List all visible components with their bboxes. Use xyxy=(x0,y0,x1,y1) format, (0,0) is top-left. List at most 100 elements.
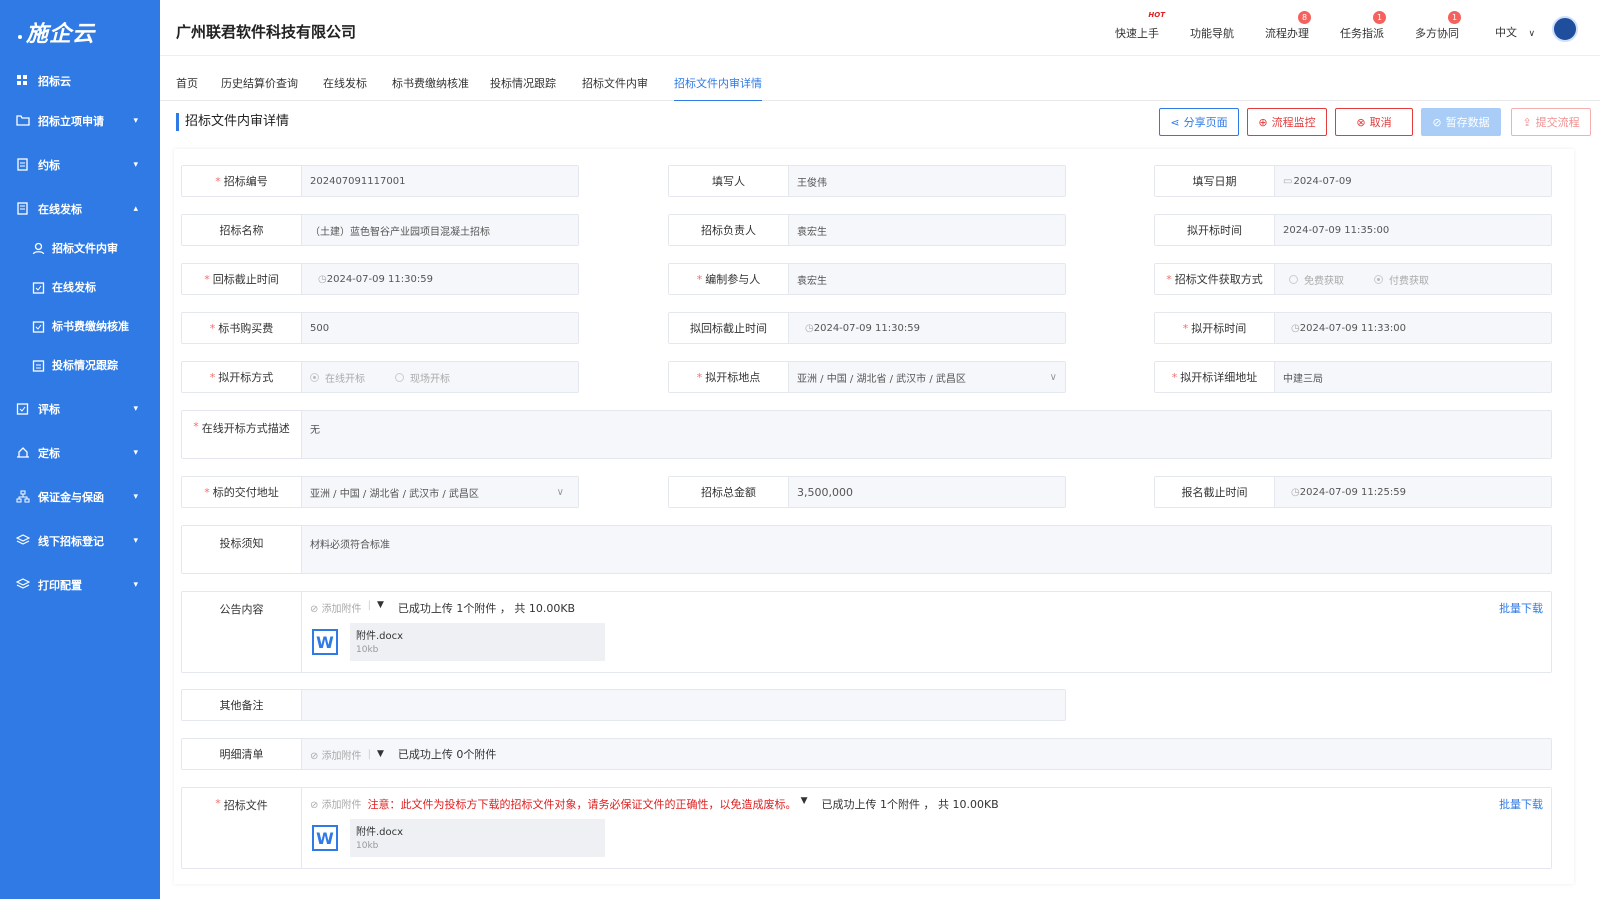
tab-online-bid[interactable]: 在线发标 xyxy=(323,75,367,91)
collab-button[interactable]: 多方协同 1 xyxy=(1415,11,1461,41)
share-label: 分享页面 xyxy=(1183,116,1228,129)
field-label: 招标负责人 xyxy=(669,215,789,245)
plan-open-time-2-input[interactable]: ◷ 2024-07-09 11:33:00 xyxy=(1275,313,1551,343)
batch-download-link[interactable]: 批量下载 xyxy=(1499,796,1543,812)
sidebar-subitem-fee-approval[interactable]: 标书费缴纳核准 xyxy=(0,311,160,341)
task-assign-button[interactable]: 任务指派 1 xyxy=(1340,11,1386,41)
field-bid-file: * 招标文件 ⊘ 添加附件 注意：此文件为投标方下载的招标文件对象，请务必保证文件… xyxy=(181,787,1552,869)
field-label: 拟回标截止时间 xyxy=(669,313,789,343)
notice-textarea[interactable]: 材料必须符合标准 xyxy=(302,526,1551,573)
field-bid-no: * 招标编号 202407091117001 xyxy=(181,165,579,197)
attachment-dropdown-toggle[interactable]: ▼ xyxy=(377,600,384,610)
language-select[interactable]: 中文 ∨ xyxy=(1495,24,1535,40)
tab-home[interactable]: 首页 xyxy=(176,75,198,91)
warning-text: 注意：此文件为投标方下载的招标文件对象，请务必保证文件的正确性，以免造成废标。 xyxy=(367,798,797,811)
remark-input[interactable] xyxy=(302,690,1065,720)
logo: 施企云 xyxy=(0,0,160,64)
attachment-file-card[interactable]: W 附件.docx 10kb xyxy=(312,819,612,857)
tab-file-review-detail[interactable]: 招标文件内审详情 xyxy=(674,75,762,102)
clock-icon: ◷ xyxy=(1291,486,1300,498)
document-icon xyxy=(16,158,30,172)
bid-no-input[interactable]: 202407091117001 xyxy=(302,166,578,196)
link-icon: ⊘ xyxy=(310,604,322,615)
field-label: 填写日期 xyxy=(1155,166,1275,196)
sidebar-subitem-file-review[interactable]: 招标文件内审 xyxy=(0,233,160,263)
org-icon xyxy=(16,490,30,504)
field-label: * 招标文件 xyxy=(182,788,302,868)
add-attachment-button[interactable]: ⊘ 添加附件 xyxy=(310,600,362,615)
chevron-down-icon: ▾ xyxy=(133,160,138,170)
batch-download-link[interactable]: 批量下载 xyxy=(1499,600,1543,616)
sidebar-item-label: 在线发标 xyxy=(38,203,82,216)
attachment-dropdown-toggle[interactable]: ▼ xyxy=(377,749,384,759)
sidebar-item-project-apply[interactable]: 招标立项申请 ▾ xyxy=(0,106,160,136)
write-date-input[interactable]: ▭ 2024-07-09 xyxy=(1275,166,1551,196)
tab-fee-approval[interactable]: 标书费缴纳核准 xyxy=(392,75,469,91)
sidebar-item-online-bid[interactable]: 在线发标 ▴ xyxy=(0,194,160,224)
tab-file-review[interactable]: 招标文件内审 xyxy=(582,75,648,91)
delivery-select[interactable]: 亚洲 / 中国 / 湖北省 / 武汉市 / 武昌区 ∨ xyxy=(302,477,578,507)
attachment-dropdown-toggle[interactable]: ▼ xyxy=(801,796,808,806)
sidebar-item-evaluate[interactable]: 评标 ▾ xyxy=(0,394,160,424)
save-draft-button[interactable]: ⊘ 暂存数据 xyxy=(1421,108,1501,136)
total-input[interactable]: 3,500,000 xyxy=(789,477,1065,507)
field-plan-open-time: 拟开标时间 2024-07-09 11:35:00 xyxy=(1154,214,1552,246)
bid-name-input[interactable]: （土建）蓝色智谷产业园项目混凝土招标 xyxy=(302,215,578,245)
writer-input[interactable]: 王俊伟 xyxy=(789,166,1065,196)
file-name: 附件.docx xyxy=(356,827,404,838)
sidebar-item-yuebiao[interactable]: 约标 ▾ xyxy=(0,150,160,180)
sidebar-item-zhaobiaoyun[interactable]: 招标云 xyxy=(0,66,160,96)
layers-icon xyxy=(15,534,31,548)
chevron-down-icon: ▾ xyxy=(133,492,138,502)
flow-handle-button[interactable]: 流程办理 8 xyxy=(1265,11,1311,41)
sidebar-item-deposit[interactable]: 保证金与保函 ▾ xyxy=(0,482,160,512)
sidebar-item-award[interactable]: 定标 ▾ xyxy=(0,438,160,468)
collab-count-badge: 1 xyxy=(1448,11,1461,24)
word-file-icon: W xyxy=(312,629,338,655)
grid-icon xyxy=(16,74,30,88)
checklist-icon xyxy=(16,402,30,416)
field-online-desc: * 在线开标方式描述 无 xyxy=(181,410,1552,459)
open-place-select[interactable]: 亚洲 / 中国 / 湖北省 / 武汉市 / 武昌区 ∨ xyxy=(789,362,1065,392)
plan-return-deadline-input[interactable]: ◷ 2024-07-09 11:30:59 xyxy=(789,313,1065,343)
tab-history-price[interactable]: 历史结算价查询 xyxy=(221,75,298,91)
field-label: * 招标编号 xyxy=(182,166,302,196)
avatar[interactable] xyxy=(1552,16,1578,42)
open-address-input[interactable]: 中建三局 xyxy=(1275,362,1551,392)
attachment-file-card[interactable]: W 附件.docx 10kb xyxy=(312,623,612,661)
radio-online[interactable] xyxy=(310,372,319,382)
chevron-down-icon: ∨ xyxy=(556,486,564,498)
radio-onsite[interactable] xyxy=(395,372,404,382)
sidebar-item-label: 标书费缴纳核准 xyxy=(52,320,129,333)
link-icon: ⊘ xyxy=(310,800,322,811)
return-deadline-input[interactable]: ◷ 2024-07-09 11:30:59 xyxy=(302,264,578,294)
chevron-up-icon: ▴ xyxy=(133,204,138,214)
add-attachment-button[interactable]: ⊘ 添加附件 xyxy=(310,747,362,762)
field-bid-name: 招标名称 （土建）蓝色智谷产业园项目混凝土招标 xyxy=(181,214,579,246)
bid-owner-input[interactable]: 袁宏生 xyxy=(789,215,1065,245)
sidebar-subitem-online-bid[interactable]: 在线发标 xyxy=(0,272,160,302)
add-attachment-button[interactable]: ⊘ 添加附件 xyxy=(310,796,362,811)
radio-free[interactable] xyxy=(1289,274,1298,284)
field-fee: * 标书购买费 500 xyxy=(181,312,579,344)
online-desc-textarea[interactable]: 无 xyxy=(302,411,1551,458)
fee-input[interactable]: 500 xyxy=(302,313,578,343)
open-method-radio-group: 在线开标 现场开标 xyxy=(302,362,578,392)
function-nav-button[interactable]: 功能导航 xyxy=(1190,25,1234,41)
quick-start-button[interactable]: 快速上手 HOT xyxy=(1115,11,1165,41)
tab-bid-tracking[interactable]: 投标情况跟踪 xyxy=(490,75,556,91)
editors-input[interactable]: 袁宏生 xyxy=(789,264,1065,294)
share-page-button[interactable]: ⋖ 分享页面 xyxy=(1159,108,1239,136)
sidebar-item-offline-register[interactable]: 线下招标登记 ▾ xyxy=(0,526,160,556)
signup-deadline-input[interactable]: ◷ 2024-07-09 11:25:59 xyxy=(1275,477,1551,507)
radio-paid[interactable] xyxy=(1374,274,1383,284)
sidebar-item-print-config[interactable]: 打印配置 ▾ xyxy=(0,570,160,600)
top-header: 广州联君软件科技有限公司 快速上手 HOT 功能导航 流程办理 8 任务指派 1… xyxy=(160,0,1600,56)
field-label: * 编制参与人 xyxy=(669,264,789,294)
flow-monitor-button[interactable]: ⊕ 流程监控 xyxy=(1247,108,1327,136)
upload-info: 已成功上传 1个附件 ， 共 10.00KB xyxy=(397,602,576,615)
sidebar-subitem-bid-tracking[interactable]: 投标情况跟踪 xyxy=(0,350,160,380)
plan-open-time-input[interactable]: 2024-07-09 11:35:00 xyxy=(1275,215,1551,245)
cancel-button[interactable]: ⊗ 取消 xyxy=(1335,108,1413,136)
submit-flow-button[interactable]: ⇪ 提交流程 xyxy=(1511,108,1591,136)
